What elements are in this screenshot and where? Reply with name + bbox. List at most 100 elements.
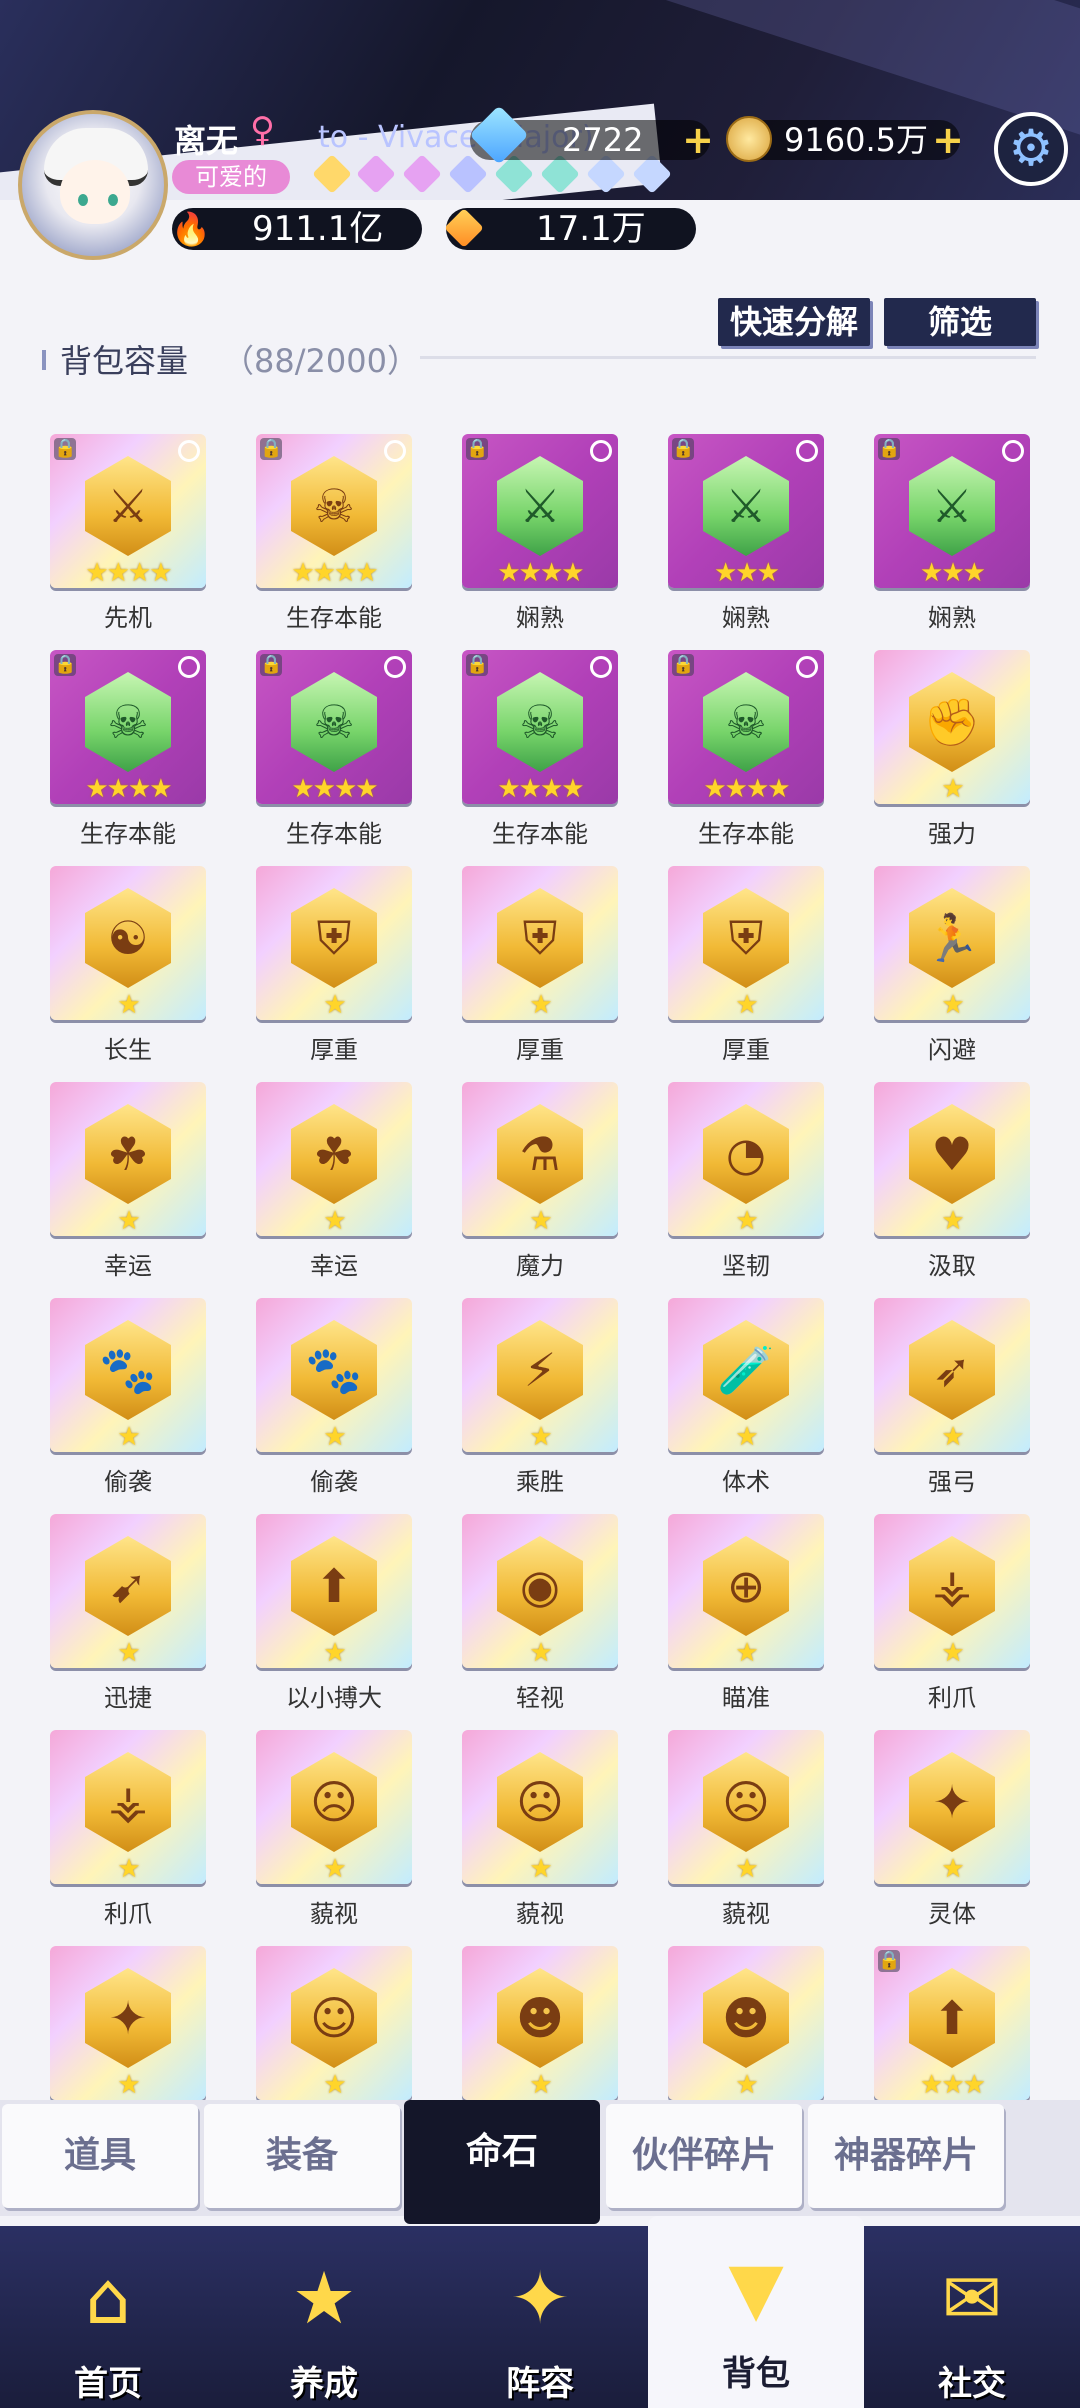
tab-partner-shards[interactable]: 伙伴碎片: [606, 2104, 802, 2208]
item-card[interactable]: ⬆ ★: [256, 1514, 412, 1668]
item-slot[interactable]: ◔ ★ 坚韧: [668, 1082, 824, 1282]
select-checkbox[interactable]: [590, 440, 612, 462]
tab-equipment[interactable]: 装备: [204, 2104, 400, 2208]
item-slot[interactable]: ⚶ ★ 利爪: [874, 1514, 1030, 1714]
item-card[interactable]: ☻ ★: [668, 1946, 824, 2100]
tab-items[interactable]: 道具: [2, 2104, 198, 2208]
item-card[interactable]: ☠ ★★★★ 🔒: [462, 650, 618, 804]
item-card[interactable]: ☠ ★★★★ 🔒: [50, 650, 206, 804]
item-card[interactable]: ⚡ ★: [462, 1298, 618, 1452]
item-card[interactable]: ☠ ★★★★ 🔒: [256, 434, 412, 588]
item-card[interactable]: ⚔ ★★★ 🔒: [668, 434, 824, 588]
item-slot[interactable]: ⚔ ★★★ 🔒 娴熟: [668, 434, 824, 634]
item-slot[interactable]: ⛨ ★ 厚重: [462, 866, 618, 1066]
item-card[interactable]: ♥ ★: [874, 1082, 1030, 1236]
item-card[interactable]: ✦ ★: [874, 1730, 1030, 1884]
item-card[interactable]: ➶ ★: [874, 1298, 1030, 1452]
nav-social[interactable]: ✉ 社交: [864, 2226, 1080, 2408]
item-card[interactable]: ⊕ ★: [668, 1514, 824, 1668]
item-slot[interactable]: ➹ ★ 迅捷: [50, 1514, 206, 1714]
item-card[interactable]: 🐾 ★: [256, 1298, 412, 1452]
item-card[interactable]: ☺ ★: [256, 1946, 412, 2100]
select-checkbox[interactable]: [384, 656, 406, 678]
item-slot[interactable]: ♥ ★ 汲取: [874, 1082, 1030, 1282]
item-slot[interactable]: ⊕ ★ 瞄准: [668, 1514, 824, 1714]
item-card[interactable]: ☠ ★★★★ 🔒: [668, 650, 824, 804]
item-card[interactable]: ⚔ ★★★ 🔒: [874, 434, 1030, 588]
nav-develop[interactable]: ★ 养成: [216, 2226, 432, 2408]
item-slot[interactable]: 🧪 ★ 体术: [668, 1298, 824, 1498]
item-card[interactable]: ☹ ★: [668, 1730, 824, 1884]
item-card[interactable]: ☠ ★★★★ 🔒: [256, 650, 412, 804]
item-card[interactable]: ⚗ ★: [462, 1082, 618, 1236]
item-slot[interactable]: ⚗ ★ 魔力: [462, 1082, 618, 1282]
item-slot[interactable]: 🏃 ★ 闪避: [874, 866, 1030, 1066]
item-card[interactable]: ☹ ★: [462, 1730, 618, 1884]
item-card[interactable]: ✊ ★: [874, 650, 1030, 804]
select-checkbox[interactable]: [1002, 440, 1024, 462]
item-slot[interactable]: ➶ ★ 强弓: [874, 1298, 1030, 1498]
item-card[interactable]: ◔ ★: [668, 1082, 824, 1236]
lock-icon[interactable]: 🔒: [878, 1950, 900, 1972]
item-slot[interactable]: ☠ ★★★★ 🔒 生存本能: [668, 650, 824, 850]
item-card[interactable]: ◉ ★: [462, 1514, 618, 1668]
item-slot[interactable]: ☯ ★ 长生: [50, 866, 206, 1066]
select-checkbox[interactable]: [384, 440, 406, 462]
item-slot[interactable]: ✦ ★ 灵体: [874, 1730, 1030, 1930]
nav-home[interactable]: ⌂ 首页: [0, 2226, 216, 2408]
item-slot[interactable]: ⚔ ★★★ 🔒 娴熟: [874, 434, 1030, 634]
item-slot[interactable]: ☠ ★★★★ 🔒 生存本能: [256, 434, 412, 634]
item-slot[interactable]: ✊ ★ 强力: [874, 650, 1030, 850]
item-slot[interactable]: ☠ ★★★★ 🔒 生存本能: [50, 650, 206, 850]
lock-icon[interactable]: 🔒: [466, 654, 488, 676]
item-slot[interactable]: ⚡ ★ 乘胜: [462, 1298, 618, 1498]
item-card[interactable]: ➹ ★: [50, 1514, 206, 1668]
select-checkbox[interactable]: [178, 440, 200, 462]
item-card[interactable]: ☘ ★: [50, 1082, 206, 1236]
select-checkbox[interactable]: [178, 656, 200, 678]
item-slot[interactable]: ⚶ ★ 利爪: [50, 1730, 206, 1930]
item-card[interactable]: 🧪 ★: [668, 1298, 824, 1452]
item-slot[interactable]: ⚔ ★★★★ 🔒 娴熟: [462, 434, 618, 634]
item-card[interactable]: ⚔ ★★★★ 🔒: [462, 434, 618, 588]
item-card[interactable]: 🐾 ★: [50, 1298, 206, 1452]
select-checkbox[interactable]: [796, 656, 818, 678]
item-card[interactable]: ⚶ ★: [50, 1730, 206, 1884]
item-card[interactable]: ☯ ★: [50, 866, 206, 1020]
nav-backpack[interactable]: ▼ 背包: [648, 2216, 864, 2408]
lock-icon[interactable]: 🔒: [878, 438, 900, 460]
item-slot[interactable]: ☹ ★ 藐视: [668, 1730, 824, 1930]
item-slot[interactable]: ⚔ ★★★★ 🔒 先机: [50, 434, 206, 634]
item-slot[interactable]: 🐾 ★ 偷袭: [256, 1298, 412, 1498]
item-slot[interactable]: 🐾 ★ 偷袭: [50, 1298, 206, 1498]
item-slot[interactable]: ⬆ ★ 以小搏大: [256, 1514, 412, 1714]
item-card[interactable]: ⚶ ★: [874, 1514, 1030, 1668]
item-card[interactable]: ⚔ ★★★★ 🔒: [50, 434, 206, 588]
lock-icon[interactable]: 🔒: [466, 438, 488, 460]
item-slot[interactable]: ◉ ★ 轻视: [462, 1514, 618, 1714]
item-card[interactable]: ☘ ★: [256, 1082, 412, 1236]
lock-icon[interactable]: 🔒: [260, 654, 282, 676]
lock-icon[interactable]: 🔒: [672, 438, 694, 460]
item-card[interactable]: ⬆ ★★★ 🔒: [874, 1946, 1030, 2100]
tab-artifact-shards[interactable]: 神器碎片: [808, 2104, 1004, 2208]
item-slot[interactable]: ☹ ★ 藐视: [256, 1730, 412, 1930]
select-checkbox[interactable]: [590, 656, 612, 678]
nav-lineup[interactable]: ✦ 阵容: [432, 2226, 648, 2408]
item-card[interactable]: ⛨ ★: [668, 866, 824, 1020]
item-card[interactable]: ☹ ★: [256, 1730, 412, 1884]
item-slot[interactable]: ⛨ ★ 厚重: [256, 866, 412, 1066]
item-slot[interactable]: ☹ ★ 藐视: [462, 1730, 618, 1930]
lock-icon[interactable]: 🔒: [54, 654, 76, 676]
item-slot[interactable]: ☠ ★★★★ 🔒 生存本能: [462, 650, 618, 850]
item-slot[interactable]: ⛨ ★ 厚重: [668, 866, 824, 1066]
item-slot[interactable]: ☘ ★ 幸运: [50, 1082, 206, 1282]
item-card[interactable]: ✦ ★: [50, 1946, 206, 2100]
item-card[interactable]: ☻ ★: [462, 1946, 618, 2100]
item-slot[interactable]: ☠ ★★★★ 🔒 生存本能: [256, 650, 412, 850]
item-card[interactable]: ⛨ ★: [256, 866, 412, 1020]
tab-fate-stones[interactable]: 命石: [404, 2100, 600, 2224]
item-slot[interactable]: ☘ ★ 幸运: [256, 1082, 412, 1282]
lock-icon[interactable]: 🔒: [672, 654, 694, 676]
lock-icon[interactable]: 🔒: [54, 438, 76, 460]
